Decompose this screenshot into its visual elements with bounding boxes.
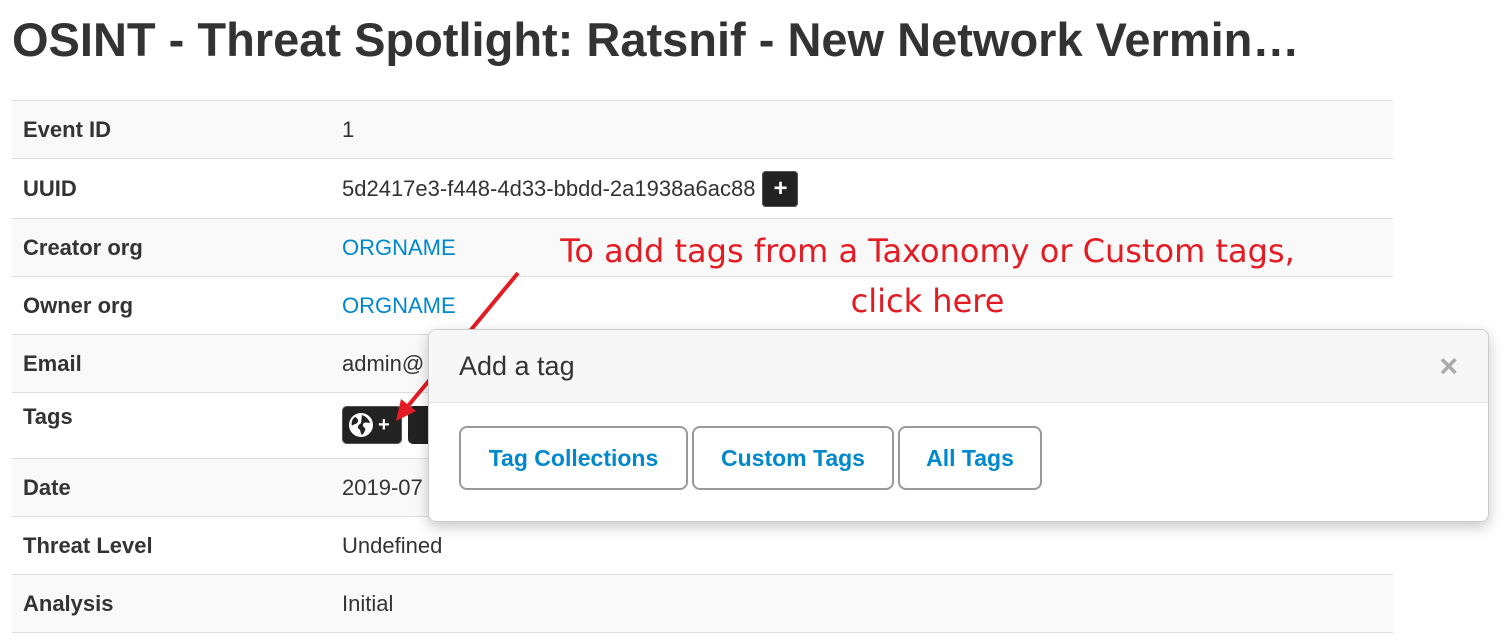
- email-value: admin@: [342, 350, 425, 376]
- tag-collections-button[interactable]: Tag Collections: [459, 426, 688, 490]
- annotation-line-1: To add tags from a Taxonomy or Custom ta…: [560, 232, 1295, 270]
- popover-header: Add a tag ×: [429, 330, 1488, 403]
- add-tag-button[interactable]: +: [342, 406, 402, 444]
- uuid-value: 5d2417e3-f448-4d33-bbdd-2a1938a6ac88: [342, 175, 756, 201]
- date-value: 2019-07: [342, 474, 423, 500]
- annotation-callout: To add tags from a Taxonomy or Custom ta…: [540, 226, 1315, 326]
- row-threat-level: Threat Level Undefined: [12, 517, 1393, 575]
- email-label: Email: [23, 350, 82, 376]
- annotation-line-2: click here: [850, 282, 1005, 320]
- add-galaxy-button[interactable]: [408, 406, 428, 444]
- event-id-value: 1: [342, 116, 355, 142]
- analysis-value: Initial: [342, 590, 394, 616]
- add-tag-plus: +: [378, 413, 390, 436]
- threat-level-value: Undefined: [342, 532, 443, 558]
- add-tag-popover: Add a tag × Tag Collections Custom Tags …: [428, 329, 1489, 522]
- globe-icon: [349, 413, 373, 437]
- creator-org-link[interactable]: ORGNAME: [342, 235, 456, 261]
- popover-title: Add a tag: [459, 350, 575, 381]
- custom-tags-button[interactable]: Custom Tags: [692, 426, 894, 490]
- owner-org-label: Owner org: [23, 292, 134, 318]
- threat-level-label: Threat Level: [23, 532, 153, 558]
- row-analysis: Analysis Initial: [12, 575, 1393, 633]
- analysis-label: Analysis: [23, 590, 114, 616]
- tags-label: Tags: [23, 404, 73, 429]
- event-title: OSINT - Threat Spotlight: Ratsnif - New …: [12, 13, 1300, 66]
- owner-org-link[interactable]: ORGNAME: [342, 293, 456, 319]
- popover-body: Tag Collections Custom Tags All Tags: [429, 403, 1488, 490]
- event-view-page: OSINT - Threat Spotlight: Ratsnif - New …: [0, 0, 1511, 643]
- creator-org-label: Creator org: [23, 234, 143, 260]
- date-label: Date: [23, 474, 71, 500]
- uuid-label: UUID: [23, 175, 77, 201]
- row-event-id: Event ID 1: [12, 101, 1393, 159]
- uuid-add-button[interactable]: +: [762, 170, 799, 207]
- row-uuid: UUID 5d2417e3-f448-4d33-bbdd-2a1938a6ac8…: [12, 159, 1393, 219]
- event-id-label: Event ID: [23, 116, 112, 142]
- close-icon[interactable]: ×: [1439, 348, 1458, 385]
- all-tags-button[interactable]: All Tags: [898, 426, 1042, 490]
